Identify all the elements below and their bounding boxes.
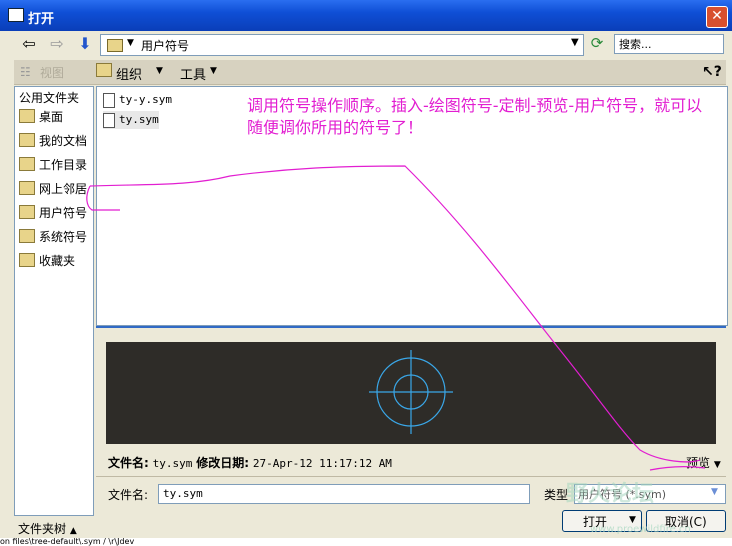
sidebar-title: 公用文件夹 xyxy=(19,91,80,105)
symbol-preview xyxy=(369,350,453,434)
window-title: 打开 xyxy=(28,12,55,27)
preview-toggle[interactable]: 预览 ▼ xyxy=(686,454,721,471)
organize-button[interactable]: 组织 xyxy=(116,64,142,83)
forward-arrow-icon[interactable]: ⇨ xyxy=(46,33,68,55)
help-icon[interactable]: ↖? xyxy=(702,64,722,80)
file-icon xyxy=(103,113,115,128)
network-icon xyxy=(19,181,35,195)
filename-value: ty.sym xyxy=(163,487,203,500)
title-bar xyxy=(0,0,732,31)
close-button[interactable]: ✕ xyxy=(706,6,728,28)
sidebar-item-favorites[interactable]: 收藏夹 xyxy=(19,251,95,269)
info-file-value: ty.sym xyxy=(152,457,193,470)
sidebar-item-desktop[interactable]: 桌面 xyxy=(19,107,95,125)
caret-icon: ▼ xyxy=(210,66,217,76)
sidebar-item-network[interactable]: 网上邻居 xyxy=(19,179,95,197)
preview-canvas xyxy=(106,342,716,444)
folder-tree-toggle[interactable]: 文件夹树 ▲ xyxy=(18,520,77,537)
sidebar-item-user-symbols[interactable]: 用户符号 xyxy=(19,203,95,221)
search-placeholder: 搜索... xyxy=(619,38,652,51)
file-info: 文件名: ty.sym 修改日期: 27-Apr-12 11:17:12 AM xyxy=(108,454,392,471)
chevron-down-icon[interactable]: ▼ xyxy=(571,37,579,48)
down-arrow-icon[interactable]: ⬇ xyxy=(74,33,96,55)
sidebar-item-system-symbols[interactable]: 系统符号 xyxy=(19,227,95,245)
sidebar-item-workdir[interactable]: 工作目录 xyxy=(19,155,95,173)
search-input[interactable]: 搜索... xyxy=(614,34,724,54)
filename-input[interactable]: ty.sym xyxy=(158,484,530,504)
view-icon[interactable]: ☷ xyxy=(20,65,31,79)
info-file-label: 文件名: xyxy=(108,456,149,470)
caret-icon: ▼ xyxy=(713,460,721,470)
watermark-url: www.proewildfire.cn xyxy=(590,524,691,535)
sidebar: 公用文件夹 桌面 我的文档 工作目录 网上邻居 用户符号 系统符号 收藏夹 xyxy=(14,86,94,516)
caret-up-icon: ▲ xyxy=(69,526,77,536)
refresh-icon[interactable]: ⟳ xyxy=(586,34,608,54)
tools-button[interactable]: 工具 xyxy=(180,64,206,83)
favorites-icon xyxy=(19,253,35,267)
info-date-label: 修改日期: xyxy=(196,456,250,470)
annotation-text: 调用符号操作顺序。插入-绘图符号-定制-预览-用户符号，就可以随便调你所用的符号… xyxy=(247,96,703,137)
path-dropdown[interactable]: ▼ 用户符号 ▼ xyxy=(100,34,584,56)
folder-icon xyxy=(19,205,35,219)
folder-icon xyxy=(107,39,123,52)
path-text: 用户符号 xyxy=(141,39,190,53)
documents-icon xyxy=(19,133,35,147)
caret-icon: ▼ xyxy=(156,66,163,76)
folder-icon xyxy=(19,229,35,243)
view-button[interactable]: 视图 xyxy=(40,64,64,81)
file-item-selected[interactable]: ty.sym xyxy=(103,111,159,129)
preview-panel xyxy=(96,326,726,446)
status-bar: on files\tree-default\.sym / \r\Jdev xyxy=(0,538,732,546)
sidebar-item-documents[interactable]: 我的文档 xyxy=(19,131,95,149)
chevron-down-icon[interactable]: ▼ xyxy=(711,487,718,497)
app-icon xyxy=(8,8,24,22)
workdir-icon xyxy=(19,157,35,171)
filename-label: 文件名: xyxy=(108,488,149,502)
info-date-value: 27-Apr-12 11:17:12 AM xyxy=(252,457,392,470)
desktop-icon xyxy=(19,109,35,123)
organize-folder-icon xyxy=(96,63,112,77)
file-list[interactable]: ty-y.sym ty.sym 调用符号操作顺序。插入-绘图符号-定制-预览-用… xyxy=(96,86,728,326)
type-label: 类型 xyxy=(544,488,569,502)
file-item[interactable]: ty-y.sym xyxy=(103,91,223,109)
back-arrow-icon[interactable]: ⇦ xyxy=(18,33,40,55)
file-icon xyxy=(103,93,115,108)
watermark-logo: 野火论坛 xyxy=(566,482,655,507)
caret-icon: ▼ xyxy=(127,38,134,48)
